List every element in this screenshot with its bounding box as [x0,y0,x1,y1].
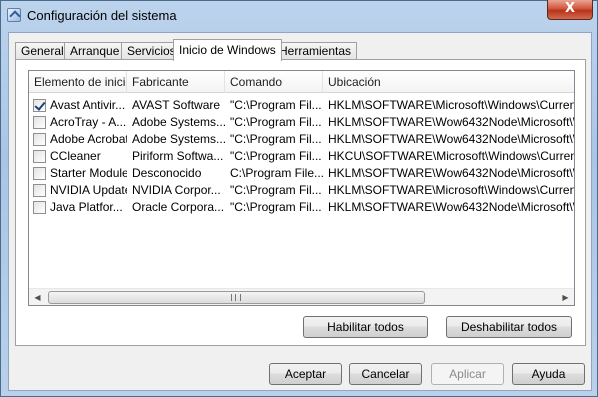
startup-item-name: Adobe Acrobat [50,132,127,146]
enable-all-button[interactable]: Habilitar todos [303,316,428,338]
startup-item-maker: NVIDIA Corpor... [132,183,221,197]
disable-all-button[interactable]: Deshabilitar todos [446,316,572,338]
list-item[interactable]: Avast Antivir... AVAST Software "C:\Progra… [29,97,575,114]
list-item[interactable]: AcroTray - A... Adobe Systems... "C:\Progr… [29,114,575,131]
msconfig-app-icon [7,8,21,22]
startup-item-location: HKCU\SOFTWARE\Microsoft\Windows\CurrentV… [328,149,575,163]
startup-item-command: "C:\Program Fil... [230,132,322,146]
startup-item-maker: Desconocido [132,166,202,180]
ok-button[interactable]: Aceptar [269,363,342,385]
title-bar[interactable]: Configuración del sistema X [1,0,598,31]
scroll-right-arrow-icon[interactable]: ▶ [557,289,574,305]
list-item[interactable]: NVIDIA Update NVIDIA Corpor... "C:\Program… [29,182,575,199]
startup-item-name: AcroTray - A... [50,115,127,129]
column-header-location[interactable]: Ubicación [323,71,574,93]
tab-herramientas[interactable]: Herramientas [273,42,358,60]
startup-item-location: HKLM\SOFTWARE\Wow6432Node\Microsoft\Wind [328,166,575,180]
column-header-maker[interactable]: Fabricante [127,71,225,93]
startup-item-command: "C:\Program Fil... [230,200,322,214]
startup-item-maker: Adobe Systems... [132,115,225,129]
list-item[interactable]: Starter Module Desconocido C:\Program File… [29,165,575,182]
scrollbar-grip-icon [231,294,241,301]
apply-button[interactable]: Aplicar [431,363,504,385]
startup-item-name: NVIDIA Update [50,183,127,197]
startup-item-command: "C:\Program Fil... [230,115,322,129]
tab-inicio-de-windows[interactable]: Inicio de Windows [173,39,282,61]
list-header: Elemento de inicio Fabricante Comando Ub… [29,71,574,93]
startup-item-location: HKLM\SOFTWARE\Wow6432Node\Microsoft\Wind [328,132,575,146]
horizontal-scrollbar[interactable]: ◀ ▶ [29,288,574,305]
startup-item-location: HKLM\SOFTWARE\Wow6432Node\Microsoft\Wind [328,115,575,129]
startup-item-maker: AVAST Software [132,98,221,112]
startup-item-command: C:\Program File... [230,166,323,180]
cancel-button[interactable]: Cancelar [349,363,422,385]
startup-tab-panel: Elemento de inicio Fabricante Comando Ub… [15,59,586,346]
list-item[interactable]: Adobe Acrobat Adobe Systems... "C:\Program… [29,131,575,148]
startup-item-command: "C:\Program Fil... [230,149,322,163]
startup-item-location: HKLM\SOFTWARE\Wow6432Node\Microsoft\Wind [328,200,575,214]
tab-general[interactable]: General [15,42,70,60]
scrollbar-thumb[interactable] [48,291,425,304]
startup-items-list[interactable]: Elemento de inicio Fabricante Comando Ub… [28,70,575,306]
startup-item-name: Java Platfor... [50,200,123,214]
startup-item-location: HKLM\SOFTWARE\Microsoft\Windows\CurrentV… [328,98,575,112]
list-item[interactable]: Java Platfor... Oracle Corpora... "C:\Prog… [29,199,575,216]
startup-item-name: Avast Antivir... [50,98,126,112]
column-header-item[interactable]: Elemento de inicio [29,71,127,93]
column-header-command[interactable]: Comando [225,71,323,93]
help-button[interactable]: Ayuda [512,363,585,385]
list-item[interactable]: CCleaner Piriform Softwa... "C:\Program Fi… [29,148,575,165]
startup-item-location: HKLM\SOFTWARE\Microsoft\Windows\CurrentV… [328,183,575,197]
startup-item-maker: Piriform Softwa... [132,149,224,163]
startup-item-maker: Oracle Corpora... [132,200,225,214]
startup-item-command: "C:\Program Fil... [230,98,322,112]
dialog-client-area: General Arranque Servicios Inicio de Win… [8,32,592,391]
scroll-left-arrow-icon[interactable]: ◀ [29,289,46,305]
startup-item-name: CCleaner [50,149,101,163]
startup-item-name: Starter Module [50,166,127,180]
startup-item-maker: Adobe Systems... [132,132,225,146]
window-title: Configuración del sistema [27,8,177,23]
tab-arranque[interactable]: Arranque [64,42,126,60]
close-button[interactable]: X [547,0,593,20]
startup-item-command: "C:\Program Fil... [230,183,322,197]
window-frame: Configuración del sistema X General Arra… [0,0,598,397]
